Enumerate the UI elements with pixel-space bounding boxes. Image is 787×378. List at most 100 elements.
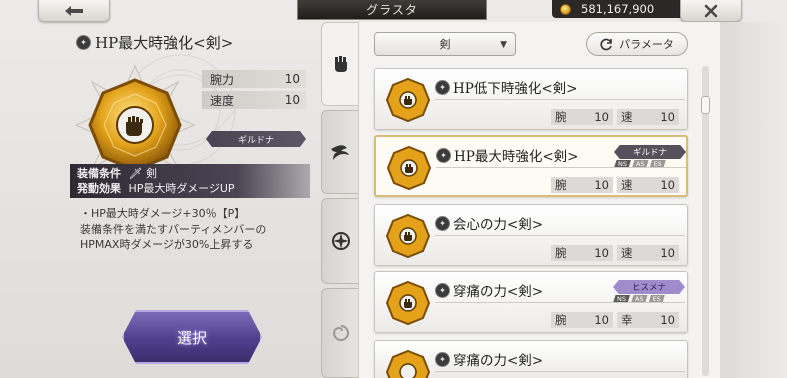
grasta-card[interactable]: ✦ HP低下時強化<剣> 腕 10 速 10 bbox=[374, 68, 688, 130]
grasta-gem-icon bbox=[385, 77, 431, 123]
tab-attack-grasta[interactable] bbox=[321, 110, 359, 194]
card-stat-value: 10 bbox=[660, 246, 675, 260]
card-stat: 腕 10 bbox=[551, 312, 613, 328]
parameter-sort-button[interactable]: パラメータ bbox=[586, 32, 688, 56]
card-stat-value: 10 bbox=[660, 178, 675, 192]
description-line: HPMAX時ダメージが30%上昇する bbox=[80, 238, 254, 251]
stat-label: 腕力 bbox=[210, 72, 235, 87]
stat-value: 10 bbox=[284, 72, 300, 86]
card-stat: 幸 10 bbox=[617, 312, 679, 328]
grasta-name: ✦ 穿痛の力<剣> bbox=[435, 349, 543, 369]
divider bbox=[435, 371, 685, 372]
arrow-left-icon bbox=[65, 5, 83, 16]
tab-special-grasta[interactable] bbox=[321, 288, 359, 378]
grasta-emblem-icon: ✦ bbox=[436, 147, 451, 163]
coin-icon bbox=[560, 3, 571, 15]
grasta-name: ✦ HP低下時強化<剣> bbox=[435, 77, 577, 97]
compass-star-icon bbox=[331, 232, 350, 250]
grasta-name-text: HP低下時強化<剣> bbox=[453, 81, 578, 97]
sword-icon: 🗡 bbox=[128, 167, 143, 180]
divider bbox=[435, 235, 685, 236]
card-stat-label: 腕 bbox=[555, 313, 567, 327]
divider bbox=[436, 167, 686, 168]
card-stat-value: 10 bbox=[594, 313, 609, 327]
card-stat-label: 速 bbox=[621, 178, 633, 192]
grasta-name: ✦ 会心の力<剣> bbox=[435, 213, 543, 233]
effect-label: 発動効果 bbox=[77, 182, 121, 195]
weapon-filter-dropdown[interactable]: 剣 ▼ bbox=[374, 32, 516, 56]
equip-info-box: 装備条件 🗡 剣 発動効果 HP最大時ダメージUP bbox=[70, 164, 310, 198]
screen-title: グラスタ bbox=[297, 0, 487, 20]
equip-condition-label: 装備条件 bbox=[77, 167, 121, 180]
detail-stat-row: 速度 10 bbox=[202, 91, 306, 109]
grasta-card[interactable]: ✦ 穿痛の力<剣> ヒスメナ NS AS ES 腕 10 幸 10 bbox=[374, 271, 688, 333]
grasta-emblem-icon: ✦ bbox=[76, 35, 91, 50]
description-line: 装備条件を満たすパーティメンバーの bbox=[80, 222, 267, 236]
detail-title-text: HP最大時強化<剣> bbox=[95, 34, 234, 52]
card-stat-label: 腕 bbox=[555, 110, 567, 124]
grasta-name: ✦ 穿痛の力<剣> bbox=[435, 280, 543, 300]
card-stat: 速 10 bbox=[617, 177, 679, 193]
stat-label: 速度 bbox=[210, 93, 235, 108]
card-stat-label: 幸 bbox=[621, 313, 633, 327]
caret-down-icon: ▼ bbox=[500, 40, 507, 50]
equip-condition-value: 剣 bbox=[145, 167, 157, 180]
close-icon bbox=[704, 4, 718, 17]
grasta-gem-icon bbox=[385, 280, 431, 326]
grasta-name-text: 穿痛の力<剣> bbox=[453, 353, 544, 369]
card-job-tag: ギルドナ bbox=[614, 145, 686, 159]
fist-icon bbox=[334, 56, 347, 72]
card-stat-label: 速 bbox=[621, 110, 633, 124]
parameter-label: パラメータ bbox=[619, 38, 674, 51]
divider bbox=[435, 302, 685, 303]
grasta-emblem-icon: ✦ bbox=[435, 351, 450, 367]
grasta-emblem-icon: ✦ bbox=[435, 215, 450, 231]
spiral-icon bbox=[332, 325, 349, 341]
refresh-icon bbox=[600, 38, 612, 50]
grasta-gem-icon bbox=[385, 213, 431, 259]
grasta-gem-icon bbox=[386, 145, 432, 191]
grasta-name-text: 会心の力<剣> bbox=[453, 217, 544, 233]
grasta-emblem-icon: ✦ bbox=[435, 79, 450, 95]
card-stat-label: 腕 bbox=[555, 178, 567, 192]
job-tag: ギルドナ bbox=[206, 131, 306, 147]
currency-display: 581,167,900 bbox=[552, 0, 682, 18]
detail-title: ✦ HP最大時強化<剣> bbox=[76, 32, 233, 53]
grasta-name-text: HP最大時強化<剣> bbox=[454, 149, 579, 165]
grasta-emblem-icon: ✦ bbox=[435, 282, 450, 298]
grasta-card[interactable]: ✦ 会心の力<剣> 腕 10 速 10 bbox=[374, 204, 688, 266]
effect-row: 発動効果 HP最大時ダメージUP bbox=[77, 181, 310, 196]
tab-support-grasta[interactable] bbox=[321, 198, 359, 284]
right-margin bbox=[720, 22, 787, 378]
card-stat-value: 10 bbox=[660, 110, 675, 124]
card-stat-value: 10 bbox=[594, 178, 609, 192]
card-stat-label: 速 bbox=[621, 246, 633, 260]
card-stat-value: 10 bbox=[594, 246, 609, 260]
dropdown-value: 剣 bbox=[439, 38, 451, 51]
grasta-card[interactable]: ✦ 穿痛の力<剣> bbox=[374, 340, 688, 378]
grasta-gem-icon bbox=[385, 349, 431, 378]
card-stat: 腕 10 bbox=[551, 109, 613, 125]
swirl-icon bbox=[330, 145, 349, 160]
grasta-name: ✦ HP最大時強化<剣> bbox=[436, 145, 578, 165]
card-stat-value: 10 bbox=[594, 110, 609, 124]
card-stat: 腕 10 bbox=[551, 177, 613, 193]
card-stat: 腕 10 bbox=[551, 245, 613, 261]
card-stat: 速 10 bbox=[617, 109, 679, 125]
divider bbox=[435, 99, 685, 100]
card-stat-label: 腕 bbox=[555, 246, 567, 260]
card-stat-value: 10 bbox=[660, 313, 675, 327]
equip-condition-row: 装備条件 🗡 剣 bbox=[77, 166, 310, 181]
grasta-name-text: 穿痛の力<剣> bbox=[453, 284, 544, 300]
tab-weapon-grasta[interactable] bbox=[321, 22, 359, 106]
effect-value: HP最大時ダメージUP bbox=[128, 182, 235, 195]
card-stat: 速 10 bbox=[617, 245, 679, 261]
close-button[interactable] bbox=[680, 0, 742, 22]
select-button[interactable]: 選択 bbox=[122, 310, 262, 364]
detail-stat-row: 腕力 10 bbox=[202, 70, 306, 88]
back-button[interactable] bbox=[38, 0, 110, 22]
grasta-card-selected[interactable]: ✦ HP最大時強化<剣> ギルドナ NS AS ES 腕 10 速 10 bbox=[374, 135, 688, 197]
stat-value: 10 bbox=[284, 93, 300, 107]
card-job-tag: ヒスメナ bbox=[613, 280, 685, 294]
scrollbar-thumb[interactable] bbox=[701, 96, 710, 114]
